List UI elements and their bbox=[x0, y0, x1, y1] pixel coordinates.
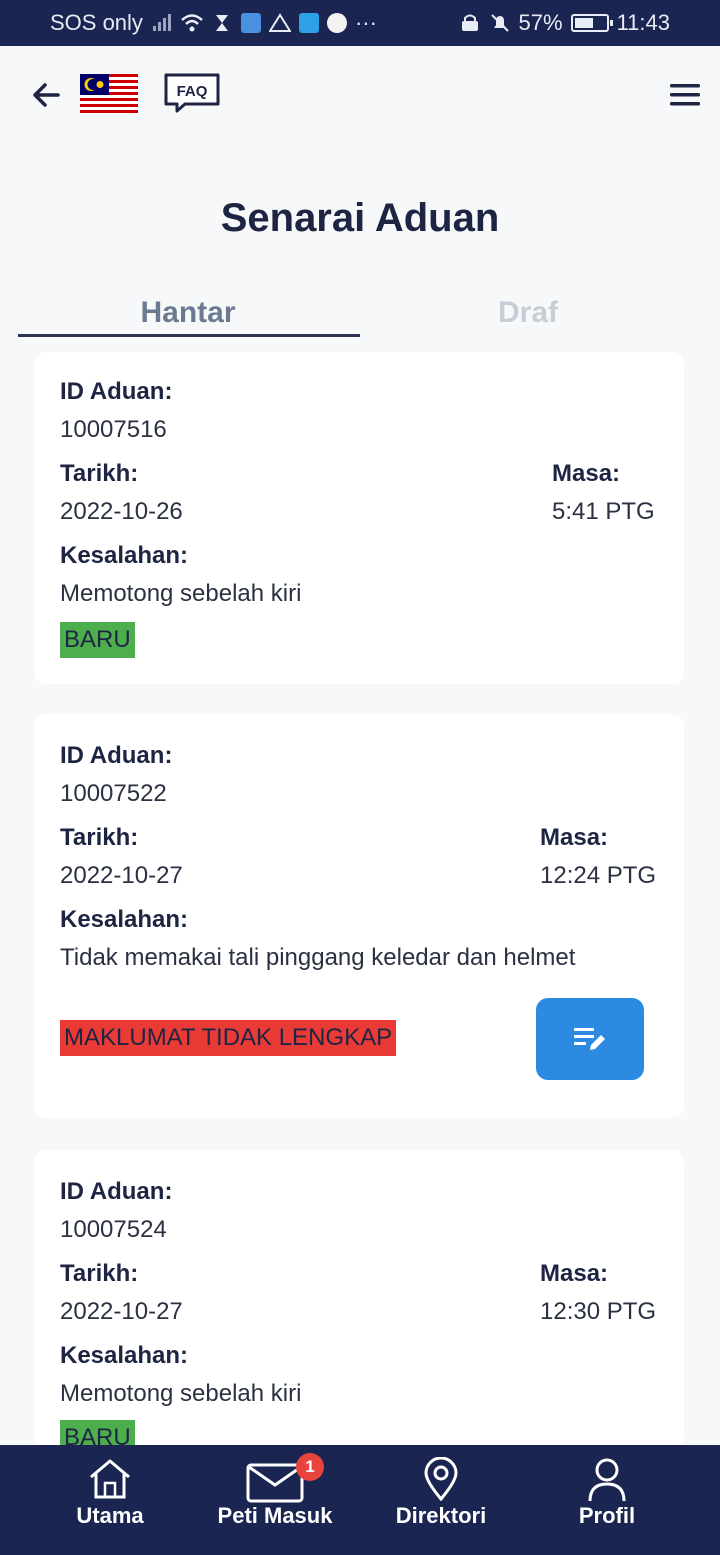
hamburger-menu-icon[interactable] bbox=[668, 82, 702, 108]
offense-label: Kesalahan: bbox=[60, 542, 189, 569]
nav-item-direktori[interactable]: Direktori bbox=[356, 1445, 526, 1555]
nav-item-profil[interactable]: Profil bbox=[522, 1445, 692, 1555]
status-badge: BARU bbox=[60, 622, 135, 658]
more-notifications-icon: ··· bbox=[354, 10, 377, 35]
complaint-offense: Memotong sebelah kiri bbox=[60, 1380, 302, 1407]
tab-hantar[interactable]: Hantar bbox=[18, 296, 358, 336]
carrier-text: SOS only bbox=[50, 10, 143, 35]
malaysia-flag-icon[interactable] bbox=[80, 74, 138, 114]
date-label: Tarikh: bbox=[60, 824, 139, 851]
complaint-card[interactable]: ID Aduan: 10007522 Tarikh: 2022-10-27 Ma… bbox=[34, 714, 684, 1118]
status-bar: SOS only ··· 57% 11:43 bbox=[0, 0, 720, 46]
battery-percent: 57% bbox=[518, 10, 563, 35]
nav-item-peti-masuk[interactable]: 1 Peti Masuk bbox=[190, 1445, 360, 1555]
page-title: Senarai Aduan bbox=[220, 196, 500, 240]
tab-bar: Hantar Draf bbox=[18, 296, 702, 340]
bottom-navigation: Utama 1 Peti Masuk Direktori Profil bbox=[0, 1445, 720, 1555]
status-badge: MAKLUMAT TIDAK LENGKAP bbox=[60, 1020, 397, 1056]
nav-label: Utama bbox=[76, 1503, 144, 1528]
id-label: ID Aduan: bbox=[60, 742, 173, 769]
active-tab-indicator bbox=[18, 334, 360, 337]
complaint-id: 10007516 bbox=[60, 416, 167, 443]
faq-label: FAQ bbox=[177, 83, 208, 100]
complaint-date: 2022-10-27 bbox=[60, 1298, 183, 1325]
id-label: ID Aduan: bbox=[60, 378, 173, 405]
battery-icon bbox=[570, 14, 613, 32]
back-arrow-icon[interactable] bbox=[30, 78, 64, 112]
wifi-icon bbox=[181, 14, 203, 32]
status-bar-left: SOS only ··· bbox=[50, 10, 377, 36]
complaint-id: 10007522 bbox=[60, 780, 167, 807]
location-pin-icon bbox=[424, 1457, 458, 1501]
complaint-time: 12:24 PTG bbox=[540, 862, 657, 889]
nav-label: Profil bbox=[578, 1503, 636, 1528]
tab-draf[interactable]: Draf bbox=[358, 296, 698, 336]
time-label: Masa: bbox=[552, 460, 621, 487]
clock: 11:43 bbox=[616, 10, 670, 35]
complaint-card[interactable]: ID Aduan: 10007516 Tarikh: 2022-10-26 Ma… bbox=[34, 352, 684, 684]
faq-icon[interactable]: FAQ bbox=[163, 72, 221, 114]
complaint-date: 2022-10-27 bbox=[60, 862, 183, 889]
edit-icon bbox=[574, 1028, 605, 1050]
complaint-offense: Tidak memakai tali pinggang keledar dan … bbox=[60, 944, 576, 971]
hourglass-icon bbox=[215, 15, 228, 31]
time-label: Masa: bbox=[540, 824, 609, 851]
nav-item-utama[interactable]: Utama bbox=[25, 1445, 195, 1555]
nav-label: Peti Masuk bbox=[217, 1503, 333, 1528]
hotspot-icon bbox=[461, 14, 478, 31]
date-label: Tarikh: bbox=[60, 460, 139, 487]
offense-label: Kesalahan: bbox=[60, 1342, 189, 1369]
app-header: FAQ bbox=[0, 46, 720, 146]
status-bar-right: 57% 11:43 bbox=[459, 10, 670, 36]
complaint-date: 2022-10-26 bbox=[60, 498, 183, 525]
user-icon bbox=[588, 1458, 626, 1502]
offense-label: Kesalahan: bbox=[60, 906, 189, 933]
unread-count-badge: 1 bbox=[296, 1453, 324, 1481]
complaint-time: 5:41 PTG bbox=[552, 498, 655, 525]
edit-complaint-button[interactable] bbox=[536, 998, 644, 1080]
time-label: Masa: bbox=[540, 1260, 609, 1287]
home-icon bbox=[90, 1459, 130, 1499]
complaint-id: 10007524 bbox=[60, 1216, 167, 1243]
app-notification-icon bbox=[240, 13, 261, 33]
chat-notification-icon bbox=[298, 13, 319, 33]
date-label: Tarikh: bbox=[60, 1260, 139, 1287]
nav-label: Direktori bbox=[395, 1503, 487, 1528]
complaint-time: 12:30 PTG bbox=[540, 1298, 657, 1325]
complaint-card[interactable]: ID Aduan: 10007524 Tarikh: 2022-10-27 Ma… bbox=[34, 1150, 684, 1456]
id-label: ID Aduan: bbox=[60, 1178, 173, 1205]
maps-notification-icon bbox=[326, 13, 347, 33]
mute-bell-icon bbox=[490, 14, 509, 32]
warning-icon bbox=[268, 13, 291, 32]
signal-icon bbox=[152, 14, 171, 31]
complaint-offense: Memotong sebelah kiri bbox=[60, 580, 302, 607]
